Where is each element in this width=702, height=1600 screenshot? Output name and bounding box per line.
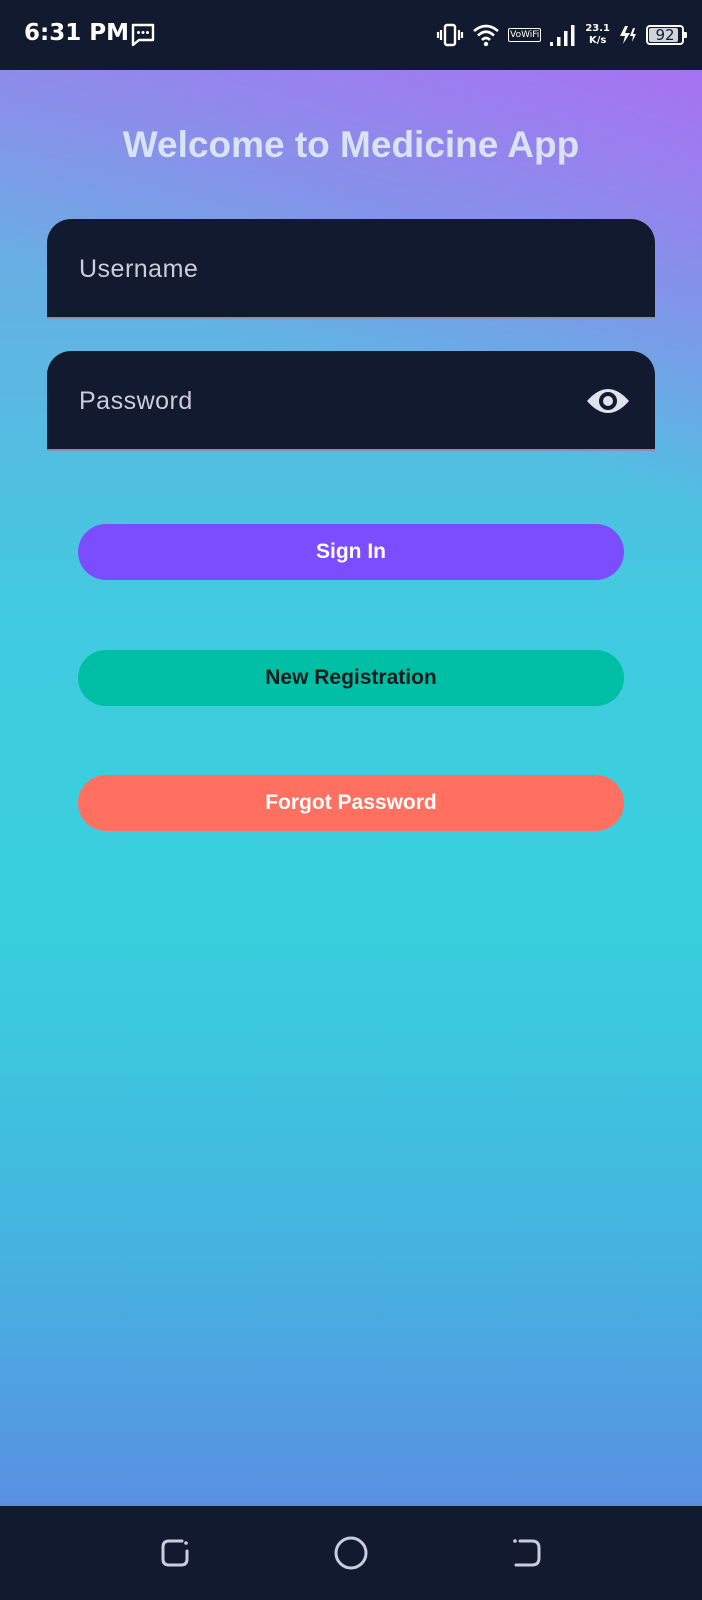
new-registration-button[interactable]: New Registration <box>78 650 624 706</box>
network-speed-unit: K/s <box>588 35 607 46</box>
forgot-password-button[interactable]: Forgot Password <box>78 775 624 831</box>
login-screen: Welcome to Medicine App Username Passwor… <box>0 70 702 1506</box>
vibrate-icon <box>437 23 464 47</box>
network-speed-value: 23.1 <box>585 23 610 34</box>
back-icon[interactable] <box>508 1534 546 1572</box>
status-bar: 6:31 PM VoWiFi 23.1 K/s 92 <box>0 0 702 70</box>
network-speed: 23.1 K/s <box>585 23 610 47</box>
password-label: Password <box>79 387 193 415</box>
sign-in-button[interactable]: Sign In <box>78 524 624 580</box>
signal-icon <box>550 25 575 46</box>
recents-icon[interactable] <box>156 1534 194 1572</box>
home-icon[interactable] <box>332 1534 370 1572</box>
password-field-surface: Password <box>47 351 655 449</box>
status-icons: VoWiFi 23.1 K/s 92 <box>436 18 687 52</box>
username-label: Username <box>79 255 199 283</box>
eye-icon[interactable] <box>585 383 631 419</box>
username-field[interactable]: Username <box>47 219 655 319</box>
password-field[interactable]: Password <box>47 351 655 451</box>
page-title: Welcome to Medicine App <box>122 124 580 165</box>
system-nav-bar <box>0 1506 702 1600</box>
wifi-icon <box>473 24 499 47</box>
charging-icon <box>620 26 636 44</box>
username-field-surface: Username <box>47 219 655 317</box>
battery-icon: 92 <box>646 25 687 45</box>
status-time: 6:31 PM <box>24 20 129 46</box>
battery-level: 92 <box>655 26 675 44</box>
message-icon <box>131 23 155 47</box>
vowifi-badge: VoWiFi <box>508 28 542 42</box>
